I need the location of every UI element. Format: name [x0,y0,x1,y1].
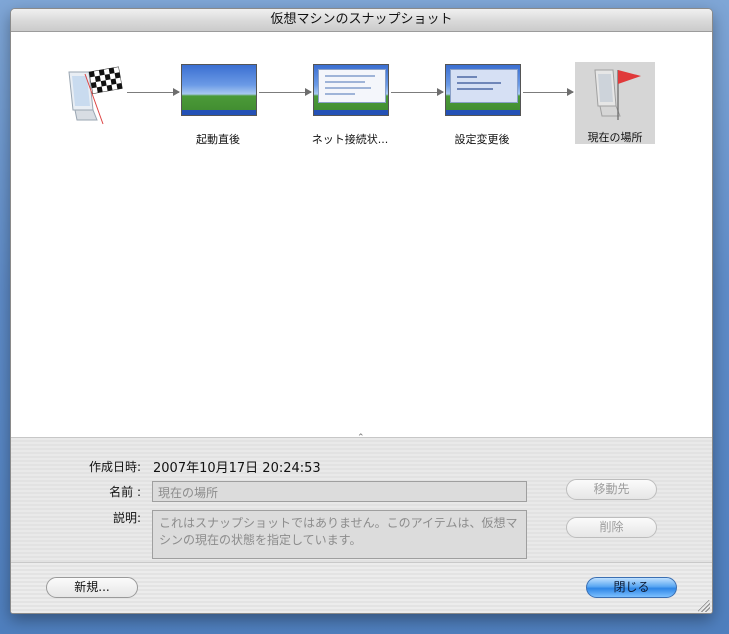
description-field[interactable]: これはスナップショットではありません。このアイテムは、仮想マシンの現在の状態を指… [152,510,527,559]
window-title: 仮想マシンのスナップショット [270,12,453,27]
tree-connector [391,88,444,96]
window-titlebar[interactable]: 仮想マシンのスナップショット [11,9,712,32]
snapshot-thumbnail[interactable] [181,64,257,116]
tree-connector [523,88,574,96]
tree-connector [259,88,312,96]
resize-grip-icon[interactable] [698,600,710,612]
snapshot-thumbnail[interactable] [445,64,521,116]
tree-connector [127,88,180,96]
created-label: 作成日時: [88,460,141,474]
current-location-flag-icon [594,69,641,120]
snapshot-start-node[interactable] [63,66,125,130]
name-field[interactable]: 現在の場所 [152,481,527,502]
button-bar: 新規... 閉じる [11,562,712,613]
snapshot-label[interactable]: 起動直後 [163,131,273,147]
snapshot-tree: 起動直後 ネット接続状... 設定変更後 現在の場所 [11,32,712,436]
close-button[interactable]: 閉じる [586,577,677,598]
name-label: 名前 : [109,485,141,499]
description-label: 説明: [112,511,141,525]
selected-node-highlight[interactable]: 現在の場所 [575,62,655,144]
snapshot-window: 仮想マシンのスナップショット 起動直後 ネット接続状... 設定変更後 現在の場… [10,8,713,614]
new-snapshot-button[interactable]: 新規... [46,577,138,598]
created-value: 2007年10月17日 20:24:53 [153,461,321,476]
snapshot-label[interactable]: 現在の場所 [560,129,670,145]
details-pane: 作成日時: 2007年10月17日 20:24:53 名前 : 現在の場所 説明… [11,437,712,562]
move-to-button[interactable]: 移動先 [566,479,657,500]
delete-button[interactable]: 削除 [566,517,657,538]
snapshot-label[interactable]: 設定変更後 [427,131,537,147]
start-flag-icon [68,66,123,125]
snapshot-thumbnail[interactable] [313,64,389,116]
snapshot-label[interactable]: ネット接続状... [295,131,405,147]
